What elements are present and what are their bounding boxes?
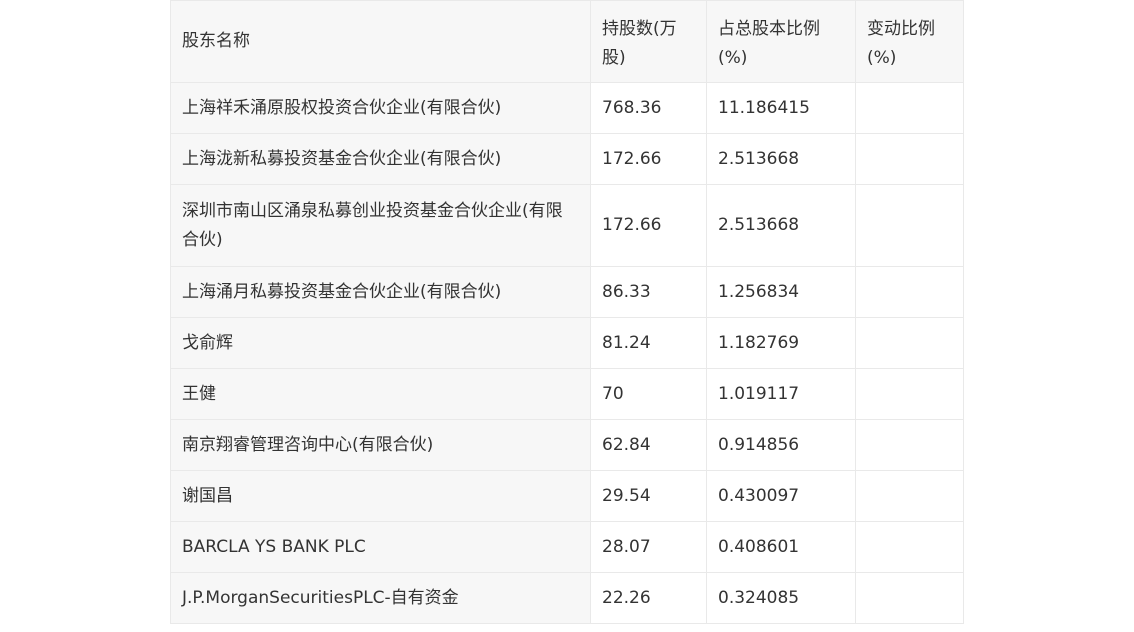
- cell-change: [855, 317, 964, 369]
- cell-change: [855, 368, 964, 420]
- cell-ratio: 1.256834: [706, 266, 856, 318]
- table-row: J.P.MorganSecuritiesPLC-自有资金 22.26 0.324…: [170, 572, 964, 624]
- table-row: 谢国昌 29.54 0.430097: [170, 470, 964, 522]
- cell-name: 深圳市南山区涌泉私募创业投资基金合伙企业(有限合伙): [170, 184, 591, 267]
- cell-name: J.P.MorganSecuritiesPLC-自有资金: [170, 572, 591, 624]
- cell-shares: 86.33: [590, 266, 707, 318]
- table-row: 戈俞辉 81.24 1.182769: [170, 317, 964, 369]
- header-change: 变动比例(%): [855, 0, 964, 83]
- cell-ratio: 2.513668: [706, 133, 856, 185]
- cell-ratio: 0.408601: [706, 521, 856, 573]
- table-row: BARCLA YS BANK PLC 28.07 0.408601: [170, 521, 964, 573]
- cell-change: [855, 266, 964, 318]
- header-shares: 持股数(万股): [590, 0, 707, 83]
- cell-change: [855, 521, 964, 573]
- table-row: 南京翔睿管理咨询中心(有限合伙) 62.84 0.914856: [170, 419, 964, 471]
- cell-name: 南京翔睿管理咨询中心(有限合伙): [170, 419, 591, 471]
- cell-ratio: 2.513668: [706, 184, 856, 267]
- cell-change: [855, 470, 964, 522]
- cell-name: 王健: [170, 368, 591, 420]
- header-shareholder-name: 股东名称: [170, 0, 591, 83]
- cell-ratio: 0.430097: [706, 470, 856, 522]
- cell-shares: 29.54: [590, 470, 707, 522]
- table-row: 上海涌月私募投资基金合伙企业(有限合伙) 86.33 1.256834: [170, 266, 964, 318]
- cell-ratio: 0.914856: [706, 419, 856, 471]
- table-row: 上海祥禾涌原股权投资合伙企业(有限合伙) 768.36 11.186415: [170, 82, 964, 134]
- table-row: 上海泷新私募投资基金合伙企业(有限合伙) 172.66 2.513668: [170, 133, 964, 185]
- cell-shares: 28.07: [590, 521, 707, 573]
- table-header: 股东名称 持股数(万股) 占总股本比例(%) 变动比例(%): [170, 0, 964, 83]
- cell-change: [855, 572, 964, 624]
- header-ratio: 占总股本比例(%): [706, 0, 856, 83]
- cell-change: [855, 419, 964, 471]
- cell-name: 上海泷新私募投资基金合伙企业(有限合伙): [170, 133, 591, 185]
- table-row: 深圳市南山区涌泉私募创业投资基金合伙企业(有限合伙) 172.66 2.5136…: [170, 184, 964, 267]
- cell-shares: 172.66: [590, 184, 707, 267]
- cell-shares: 172.66: [590, 133, 707, 185]
- cell-change: [855, 82, 964, 134]
- cell-ratio: 1.182769: [706, 317, 856, 369]
- cell-shares: 70: [590, 368, 707, 420]
- cell-change: [855, 184, 964, 267]
- cell-shares: 22.26: [590, 572, 707, 624]
- cell-name: 戈俞辉: [170, 317, 591, 369]
- cell-shares: 81.24: [590, 317, 707, 369]
- cell-change: [855, 133, 964, 185]
- shareholder-table: 股东名称 持股数(万股) 占总股本比例(%) 变动比例(%) 上海祥禾涌原股权投…: [170, 0, 964, 624]
- header-row: 股东名称 持股数(万股) 占总股本比例(%) 变动比例(%): [170, 0, 964, 83]
- cell-ratio: 1.019117: [706, 368, 856, 420]
- cell-ratio: 11.186415: [706, 82, 856, 134]
- cell-shares: 768.36: [590, 82, 707, 134]
- shareholder-table-container: 股东名称 持股数(万股) 占总股本比例(%) 变动比例(%) 上海祥禾涌原股权投…: [170, 0, 964, 624]
- cell-name: 上海祥禾涌原股权投资合伙企业(有限合伙): [170, 82, 591, 134]
- table-row: 王健 70 1.019117: [170, 368, 964, 420]
- cell-name: 谢国昌: [170, 470, 591, 522]
- table-body: 上海祥禾涌原股权投资合伙企业(有限合伙) 768.36 11.186415 上海…: [170, 82, 964, 624]
- cell-name: BARCLA YS BANK PLC: [170, 521, 591, 573]
- cell-shares: 62.84: [590, 419, 707, 471]
- cell-ratio: 0.324085: [706, 572, 856, 624]
- cell-name: 上海涌月私募投资基金合伙企业(有限合伙): [170, 266, 591, 318]
